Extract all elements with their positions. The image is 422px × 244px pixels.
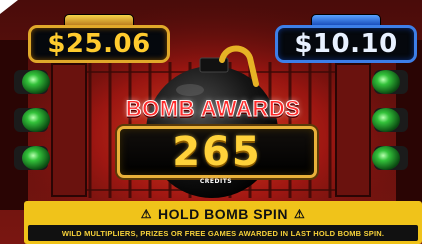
hold-bomb-spin-banner: ⚠ HOLD BOMB SPIN ⚠ WILD MULTIPLIERS, PRI… [24, 201, 422, 244]
bet-meter-value: $10.10 [275, 25, 417, 63]
win-meter-value: $25.06 [28, 25, 170, 63]
green-light-icon [372, 70, 408, 170]
bomb-awards-title: BOMB AWARDS [125, 96, 301, 122]
warning-icon: ⚠ [140, 207, 153, 221]
bet-meter: $10.10 [275, 14, 417, 64]
warning-icon: ⚠ [293, 207, 306, 221]
win-meter: $25.06 [28, 14, 170, 64]
green-light-icon [14, 70, 50, 170]
banner-headline: HOLD BOMB SPIN [158, 206, 288, 222]
award-value: 265 [172, 129, 262, 175]
banner-subline: WILD MULTIPLIERS, PRIZES OR FREE GAMES A… [28, 225, 418, 241]
banner-headline-row: ⚠ HOLD BOMB SPIN ⚠ [24, 203, 422, 225]
award-unit: CREDITS [199, 178, 233, 185]
game-screen: $25.06 $10.10 BOMB AWARDS 265 CREDITS ⚠ … [0, 0, 422, 244]
award-panel: 265 [117, 126, 317, 178]
